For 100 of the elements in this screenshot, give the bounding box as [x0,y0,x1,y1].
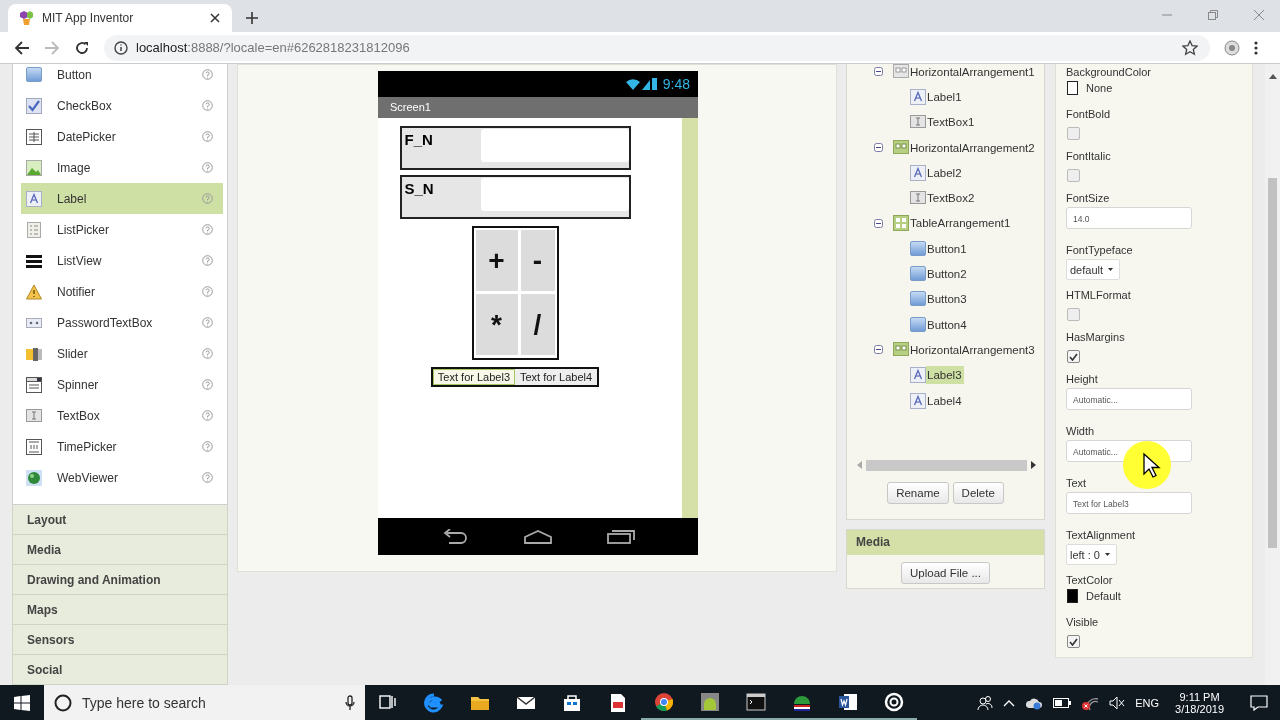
input-field[interactable]: 14.0 [1066,207,1192,229]
palette-item[interactable]: ListPicker [21,214,223,245]
palette-drawer[interactable]: Media [12,535,228,565]
palette-item[interactable]: Button [21,64,223,90]
dropdown[interactable]: default [1066,259,1121,280]
input-field[interactable]: Text for Label3 [1066,492,1192,514]
checkbox[interactable] [1067,635,1080,648]
palette-item[interactable]: WebViewer [21,462,223,493]
caret-icon [1104,553,1110,556]
document-icon[interactable] [608,692,628,713]
chrome-icon[interactable] [654,691,674,712]
horizontal-scrollbar[interactable] [857,459,1036,471]
tree-item[interactable]: TableArrangement1 [909,214,1013,233]
checkbox-icon [26,97,42,114]
tree-item[interactable]: HorizontalArrangement3 [909,340,1037,359]
chevron-up-icon[interactable] [1003,698,1016,707]
battery-icon[interactable] [1053,697,1072,708]
palette-item[interactable]: Label [21,183,223,214]
upload-button[interactable]: Upload File ... [901,562,990,584]
palette-drawer[interactable]: Social [12,655,228,685]
tree-item[interactable]: Button2 [926,265,969,283]
tree-item[interactable]: Label4 [926,391,964,410]
screen-title: Screen1 [378,97,698,118]
globe-icon [26,469,42,486]
property-name: TextColor [1066,574,1113,586]
collapse-icon[interactable] [874,218,883,228]
palette-item[interactable]: Image [21,152,223,183]
right-arrow-icon [1031,461,1036,469]
palette-drawer[interactable]: Layout [12,505,228,535]
tree-item[interactable]: TextBox1 [926,113,977,132]
tree-item[interactable]: Label2 [926,163,964,182]
dropdown[interactable]: left : 0 [1066,544,1117,565]
tree-item[interactable]: HorizontalArrangement2 [909,138,1037,157]
vertical-scrollbar[interactable] [1265,64,1280,685]
terminal-icon[interactable] [746,691,766,712]
back-icon[interactable] [14,39,30,56]
address-bar[interactable]: localhost:8888/?locale=en#6262818231812096 [104,34,1210,61]
new-tab-icon[interactable] [246,12,258,24]
palette-item[interactable]: CheckBox [21,90,223,121]
close-icon[interactable] [210,13,220,23]
recent-apps-icon [607,529,635,544]
tree-item[interactable]: TextBox2 [926,189,977,208]
palette-item[interactable]: PasswordTextBox [21,307,223,338]
star-icon[interactable] [1182,39,1198,56]
palette-drawer[interactable]: Sensors [12,625,228,655]
calculator-button[interactable]: * [475,294,518,355]
color-value: None [1086,82,1113,94]
people-icon[interactable] [977,694,994,711]
tree-item[interactable]: Label3 [926,366,964,385]
button-icon [910,316,926,333]
back-icon [441,528,469,545]
arrangement-icon [893,341,909,358]
tree-item[interactable]: Label1 [926,87,964,106]
clock[interactable]: 9:11 PM 3/18/2019 [1175,690,1224,715]
palette-item[interactable]: Slider [21,338,223,369]
action-button[interactable]: Delete [952,482,1004,504]
checkbox[interactable] [1067,169,1080,182]
palette-item[interactable]: DatePicker [21,121,223,152]
browser-icon[interactable] [424,692,444,713]
collapse-icon[interactable] [874,345,883,355]
language-indicator[interactable]: ENG [1135,696,1160,709]
input-field[interactable]: Automatic... [1066,388,1192,410]
checkbox[interactable] [1067,350,1080,363]
restore-icon[interactable] [1208,10,1218,20]
calculator-button[interactable]: / [520,294,555,355]
tree-item[interactable]: Button1 [926,239,969,258]
search-field[interactable]: Type here to search [44,685,365,720]
windows-start-icon[interactable] [14,694,30,711]
palette-item[interactable]: ListView [21,245,223,276]
collapse-icon[interactable] [874,67,883,77]
button-icon [910,291,926,308]
palette-item[interactable]: TextBox [21,400,223,431]
profile-icon[interactable] [1224,39,1240,56]
button-icon [910,240,926,257]
notification-icon[interactable] [1250,694,1268,711]
volume-muted-icon[interactable] [1109,695,1126,710]
component-label: Text for Label3 [432,369,515,385]
android-icon[interactable] [700,691,720,712]
calculator-button[interactable]: - [520,230,555,291]
checkbox[interactable] [1067,308,1080,321]
palette-item[interactable]: TimePicker [21,431,223,462]
palette-drawer[interactable]: Drawing and Animation [12,565,228,595]
color-swatch[interactable] [1067,589,1078,603]
menu-icon[interactable] [1254,39,1258,56]
browser-tab[interactable]: MIT App Inventor [8,4,232,32]
palette-item[interactable]: Spinner [21,369,223,400]
shopping-bag-icon[interactable] [562,692,582,713]
tree-item[interactable]: HorizontalArrangement1 [909,64,1037,81]
word-icon[interactable] [838,691,858,712]
tree-item[interactable]: Button3 [926,290,969,309]
target-icon[interactable] [884,691,904,712]
collapse-icon[interactable] [874,143,883,153]
calculator-button[interactable]: + [475,230,518,291]
palette-item[interactable]: Notifier [21,276,223,307]
reload-icon[interactable] [74,39,90,56]
palette-drawer[interactable]: Maps [12,595,228,625]
color-swatch[interactable] [1067,81,1078,95]
tree-item[interactable]: Button4 [926,315,969,334]
checkbox[interactable] [1067,127,1080,140]
action-button[interactable]: Rename [887,482,949,504]
